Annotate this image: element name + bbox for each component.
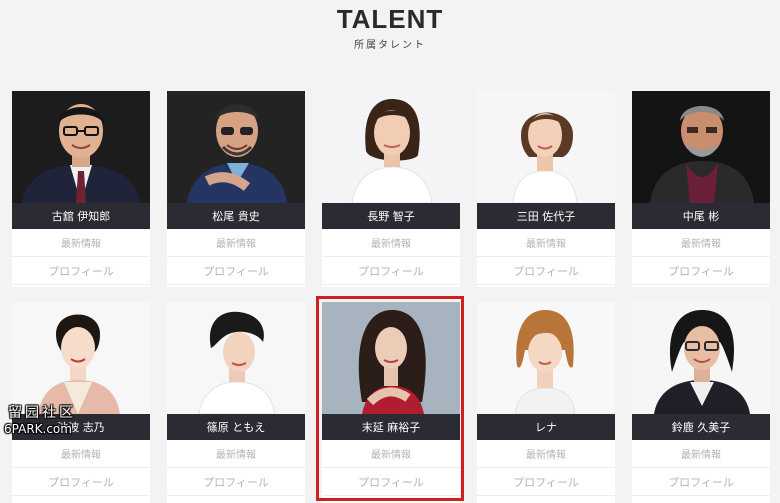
watermark-line1: 留园社区	[8, 405, 76, 421]
talent-news-link[interactable]: 最新情報	[632, 440, 770, 468]
talent-news-link[interactable]: 最新情報	[12, 229, 150, 257]
talent-photo[interactable]	[322, 91, 460, 203]
watermark: 留园社区 6PARK.com	[0, 402, 100, 442]
talent-card[interactable]: 松尾 貴史 最新情報 プロフィール	[167, 91, 305, 287]
talent-profile-link[interactable]: プロフィール	[322, 468, 460, 496]
talent-profile-link[interactable]: プロフィール	[167, 257, 305, 285]
talent-photo[interactable]	[12, 302, 150, 414]
talent-name[interactable]: 松尾 貴史	[167, 203, 305, 229]
talent-news-link[interactable]: 最新情報	[477, 229, 615, 257]
talent-card[interactable]: 末延 麻裕子 最新情報 プロフィール	[322, 302, 460, 503]
talent-name[interactable]: 古舘 伊知郎	[12, 203, 150, 229]
talent-name[interactable]: 篠原 ともえ	[167, 414, 305, 440]
talent-name[interactable]: レナ	[477, 414, 615, 440]
talent-profile-link[interactable]: プロフィール	[12, 468, 150, 496]
talent-card[interactable]: 中尾 彬 最新情報 プロフィール	[632, 91, 770, 287]
watermark-line2: 6PARK.com	[4, 422, 72, 436]
talent-card[interactable]: 鈴鹿 久美子 最新情報 プロフィール	[632, 302, 770, 503]
talent-news-link[interactable]: 最新情報	[632, 229, 770, 257]
talent-grid: 古舘 伊知郎 最新情報 プロフィール 松尾 貴史 最新情報 プロフィール 長野 …	[12, 91, 770, 503]
talent-photo[interactable]	[12, 91, 150, 203]
talent-news-link[interactable]: 最新情報	[322, 229, 460, 257]
talent-news-link[interactable]: 最新情報	[167, 440, 305, 468]
talent-news-link[interactable]: 最新情報	[12, 440, 150, 468]
talent-card[interactable]: レナ 最新情報 プロフィール	[477, 302, 615, 503]
page-header: TALENT 所属タレント	[0, 0, 780, 60]
talent-photo[interactable]	[632, 91, 770, 203]
talent-card[interactable]: 篠原 ともえ 最新情報 プロフィール	[167, 302, 305, 503]
talent-profile-link[interactable]: プロフィール	[12, 257, 150, 285]
talent-photo[interactable]	[477, 91, 615, 203]
talent-profile-link[interactable]: プロフィール	[477, 468, 615, 496]
talent-news-link[interactable]: 最新情報	[477, 440, 615, 468]
talent-profile-link[interactable]: プロフィール	[167, 468, 305, 496]
talent-name[interactable]: 長野 智子	[322, 203, 460, 229]
talent-name[interactable]: 三田 佐代子	[477, 203, 615, 229]
talent-photo[interactable]	[167, 302, 305, 414]
talent-card[interactable]: 三田 佐代子 最新情報 プロフィール	[477, 91, 615, 287]
talent-name[interactable]: 中尾 彬	[632, 203, 770, 229]
page-title: TALENT	[336, 4, 444, 34]
talent-photo[interactable]	[632, 302, 770, 414]
talent-name[interactable]: 末延 麻裕子	[322, 414, 460, 440]
talent-profile-link[interactable]: プロフィール	[477, 257, 615, 285]
talent-profile-link[interactable]: プロフィール	[322, 257, 460, 285]
talent-card[interactable]: 長野 智子 最新情報 プロフィール	[322, 91, 460, 287]
page-subtitle: 所属タレント	[354, 40, 426, 51]
talent-photo[interactable]	[167, 91, 305, 203]
talent-profile-link[interactable]: プロフィール	[632, 257, 770, 285]
talent-card[interactable]: 古舘 伊知郎 最新情報 プロフィール	[12, 91, 150, 287]
talent-news-link[interactable]: 最新情報	[167, 229, 305, 257]
talent-photo[interactable]	[322, 302, 460, 414]
talent-photo[interactable]	[477, 302, 615, 414]
talent-name[interactable]: 鈴鹿 久美子	[632, 414, 770, 440]
talent-profile-link[interactable]: プロフィール	[632, 468, 770, 496]
talent-news-link[interactable]: 最新情報	[322, 440, 460, 468]
